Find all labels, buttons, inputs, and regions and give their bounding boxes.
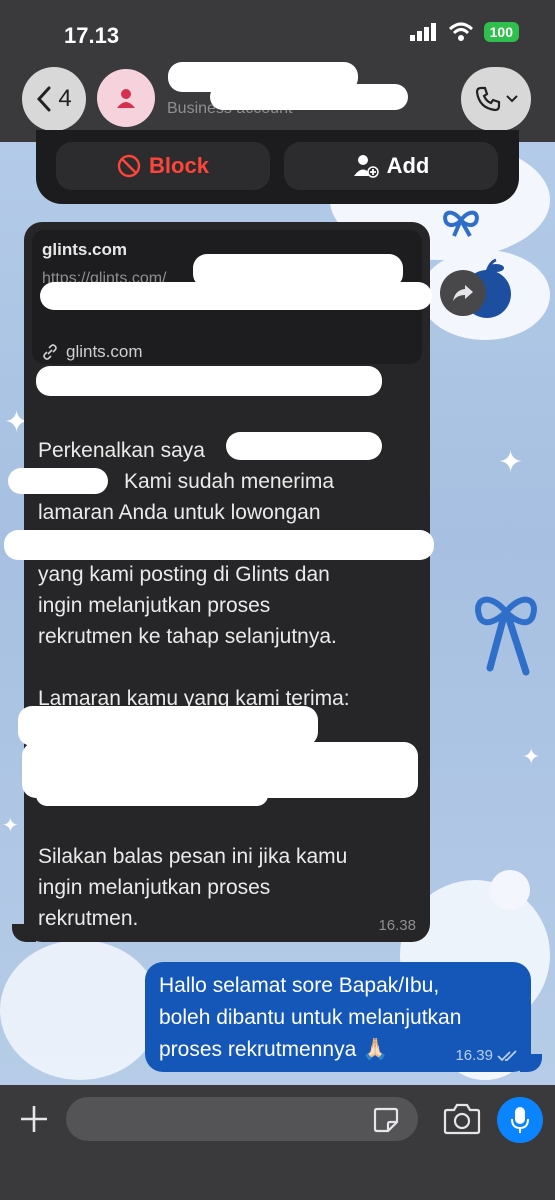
add-person-icon <box>353 155 379 178</box>
redaction-mark <box>40 282 432 310</box>
link-icon <box>43 344 57 360</box>
message-line: Kami sudah menerima <box>124 470 335 493</box>
chat-header: 17.13 100 4 Business account <box>0 0 555 142</box>
status-indicators: 100 <box>409 22 519 42</box>
unread-count: 4 <box>58 85 72 112</box>
link-preview-title: glints.com <box>42 240 128 259</box>
call-button[interactable] <box>461 67 531 131</box>
share-button[interactable] <box>440 270 486 316</box>
incoming-message[interactable]: glints.com https://glints.com/ glints.co… <box>24 222 430 942</box>
status-time: 17.13 <box>64 23 120 48</box>
wifi-icon <box>448 22 473 41</box>
chevron-left-icon <box>37 86 51 112</box>
message-line: boleh dibantu untuk melanjutkan <box>159 1006 462 1029</box>
avatar[interactable] <box>97 69 155 127</box>
message-line: lamaran Anda untuk lowongan <box>38 501 321 524</box>
message-line: Hallo selamat sore Bapak/Ibu, <box>159 974 440 997</box>
redacted-contact-name-2 <box>210 84 408 110</box>
incoming-timestamp: 16.38 <box>378 917 416 934</box>
message-line: yang kami posting di Glints dan <box>38 563 330 586</box>
block-button[interactable]: Block <box>56 142 270 190</box>
redaction-mark <box>36 366 382 396</box>
phone-icon <box>475 86 501 112</box>
outgoing-timestamp: 16.39 <box>455 1047 493 1064</box>
message-line: rekrutmen. <box>38 907 139 930</box>
redaction-mark <box>18 706 318 746</box>
double-check-icon <box>497 1049 517 1061</box>
block-icon <box>117 154 141 178</box>
message-line: rekrutmen ke tahap selanjutnya. <box>38 625 337 648</box>
sticker-icon[interactable] <box>372 1106 400 1134</box>
add-label: Add <box>386 153 430 178</box>
add-button[interactable]: Add <box>284 142 498 190</box>
plus-icon[interactable] <box>14 1099 54 1139</box>
outgoing-message[interactable]: Hallo selamat sore Bapak/Ibu, boleh diba… <box>145 962 531 1072</box>
microphone-button[interactable] <box>497 1097 543 1143</box>
battery-indicator: 100 <box>483 22 519 42</box>
redaction-mark <box>4 530 434 560</box>
block-label: Block <box>149 153 209 178</box>
message-line: ingin melanjutkan proses <box>38 876 271 899</box>
redaction-mark <box>226 432 382 460</box>
microphone-icon <box>511 1107 529 1133</box>
message-line: Silakan balas pesan ini jika kamu <box>38 845 348 868</box>
redaction-mark <box>36 784 268 806</box>
back-button[interactable]: 4 <box>22 67 86 131</box>
message-line: ingin melanjutkan proses <box>38 594 271 617</box>
link-preview-domain: glints.com <box>42 342 143 362</box>
link-domain-text: glints.com <box>66 342 143 361</box>
contact-actions: Block Add <box>36 130 519 204</box>
redaction-mark <box>8 468 108 494</box>
message-input[interactable] <box>66 1097 418 1141</box>
share-icon <box>453 285 473 301</box>
chevron-down-icon <box>506 95 518 103</box>
person-icon <box>117 89 135 108</box>
outgoing-meta: 16.39 <box>455 1047 519 1064</box>
camera-icon[interactable] <box>443 1102 481 1136</box>
signal-icon <box>409 23 436 41</box>
